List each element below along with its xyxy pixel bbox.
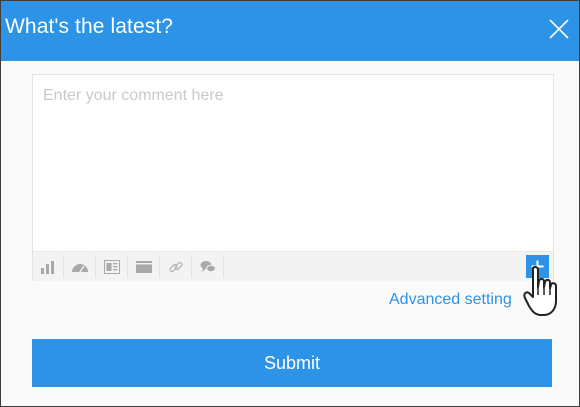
editor-toolbar (33, 251, 553, 281)
toolbar-divider (159, 255, 160, 278)
insert-report-button[interactable] (101, 252, 123, 281)
insert-dashboard-button[interactable] (69, 252, 91, 281)
toolbar-divider (223, 255, 224, 278)
toolbar-divider (191, 255, 192, 278)
dashboard-icon (72, 263, 88, 272)
insert-card-button[interactable] (133, 252, 155, 281)
insert-discussion-button[interactable] (197, 252, 219, 281)
report-icon (104, 259, 120, 274)
close-icon (549, 19, 569, 39)
link-icon (169, 261, 183, 272)
add-attachment-button[interactable] (526, 255, 549, 278)
card-icon (136, 260, 152, 273)
toolbar-divider (95, 255, 96, 278)
comment-dialog: What's the latest? Enter your comment he… (0, 0, 580, 407)
close-button[interactable] (547, 17, 571, 41)
dialog-header: What's the latest? (1, 1, 579, 61)
chart-icon (41, 260, 54, 274)
insert-link-button[interactable] (165, 252, 187, 281)
plus-icon (531, 260, 544, 273)
insert-chart-button[interactable] (37, 252, 59, 281)
advanced-settings-link[interactable]: Advanced setting (389, 291, 512, 309)
toolbar-divider (127, 255, 128, 278)
comment-editor (32, 74, 554, 281)
submit-button[interactable]: Submit (32, 339, 552, 387)
comment-input[interactable] (33, 75, 553, 251)
toolbar-divider (63, 255, 64, 278)
discussion-icon (200, 260, 216, 272)
dialog-title: What's the latest? (5, 15, 174, 38)
